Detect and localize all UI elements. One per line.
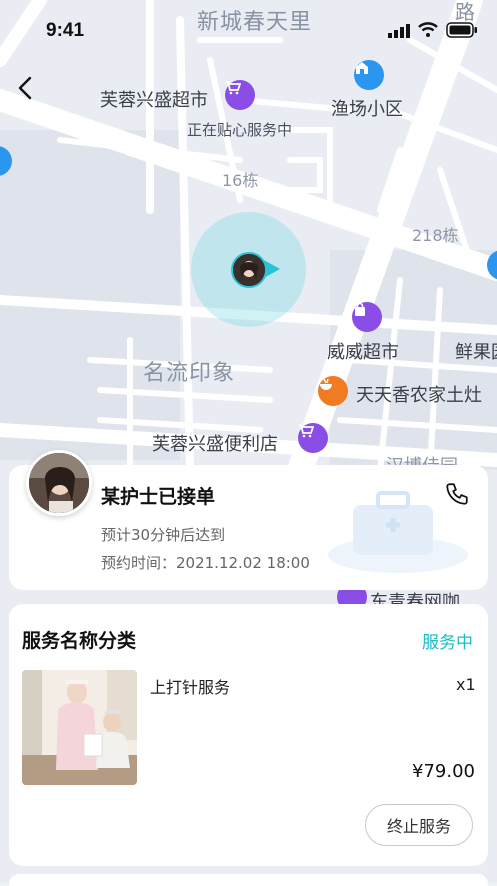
- map-label-16: 16栋: [222, 171, 259, 190]
- service-item-name: 上打针服务: [150, 678, 231, 697]
- eta-text: 预计30分钟后达到: [101, 526, 226, 544]
- map-label-mingliu: 名流印象: [143, 361, 236, 386]
- appointment-time: 预约时间：2021.12.02 18:00: [101, 554, 310, 572]
- map-label-yuchang: 渔场小区: [331, 99, 403, 120]
- service-image: [22, 670, 137, 785]
- service-section-title: 服务名称分类: [22, 630, 137, 652]
- shopping-cart-icon-2[interactable]: [298, 423, 328, 453]
- nurse-status-title: 某护士已接单: [101, 486, 216, 508]
- map-label-weiwei: 威威超市: [327, 342, 399, 363]
- restaurant-icon[interactable]: [318, 376, 348, 406]
- nurse-location-marker[interactable]: [231, 252, 267, 288]
- next-card-edge: [9, 874, 488, 886]
- map-label-218: 218栋: [412, 226, 459, 245]
- residential-icon[interactable]: [354, 60, 384, 90]
- map-label-furong-conv: 芙蓉兴盛便利店: [152, 434, 278, 455]
- status-bar: 9:41: [0, 0, 497, 60]
- map-label-service-status: 正在贴心服务中: [187, 121, 293, 139]
- nurse-avatar: [26, 450, 92, 516]
- status-time: 9:41: [46, 20, 85, 41]
- battery-icon: [446, 22, 477, 38]
- map-label-xianguo: 鲜果园: [455, 342, 497, 363]
- phone-icon[interactable]: [444, 481, 470, 507]
- shopping-bag-icon[interactable]: [352, 302, 382, 332]
- back-arrow-icon[interactable]: [14, 74, 38, 102]
- signal-icon: [388, 24, 410, 38]
- terminate-service-button[interactable]: 终止服务: [365, 804, 473, 846]
- map-label-furong-super: 芙蓉兴盛超市: [100, 90, 208, 111]
- service-status-badge: 服务中: [422, 633, 473, 653]
- service-item-quantity: x1: [456, 675, 476, 694]
- map-label-tiantian: 天天香农家土灶: [356, 385, 482, 406]
- shopping-cart-icon[interactable]: [225, 80, 255, 110]
- wifi-icon: [418, 22, 438, 37]
- service-item-price: ¥79.00: [412, 761, 475, 782]
